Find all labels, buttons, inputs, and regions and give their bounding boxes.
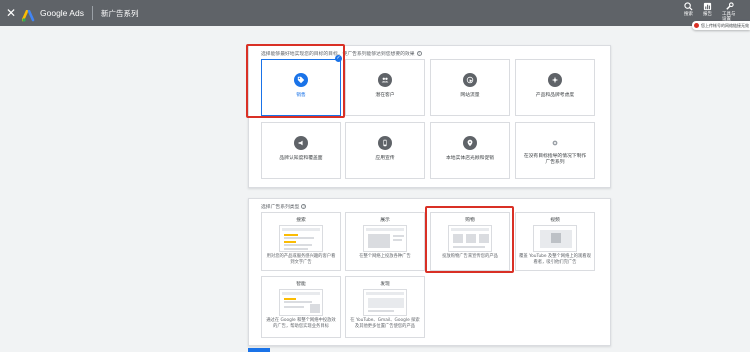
type-card-smart[interactable]: 智能 通过在 Google 和整个网络中投放效的广告，帮助您实现业务目标 (261, 276, 341, 338)
smart-illustration (279, 289, 323, 316)
search-icon (684, 2, 693, 11)
type-description: 用对您的产品或服务感兴趣的客户看到文字广告 (266, 254, 336, 265)
people-icon (378, 73, 392, 87)
gear-icon (548, 136, 562, 150)
top-bar: ✕ Google Ads 新广告系列 搜索 报告 工具与设置 (0, 0, 750, 26)
goal-card-no-goal[interactable]: 在没有目标指导的情况下制作广告系列 (515, 122, 595, 179)
type-card-search[interactable]: 搜索 用对您的产品或服务感兴趣的客户看到文字广告 (261, 212, 341, 271)
type-name: 搜索 (296, 218, 306, 223)
type-card-discovery[interactable]: 发现 在 YouTube、Gmail、Google 探索及其他更多位置广告使您的… (345, 276, 425, 338)
goal-label: 在没有目标指导的情况下制作广告系列 (523, 154, 587, 165)
type-description: 覆盖 YouTube 及整个网络上的观看观看者，吸引他们完广告 (519, 254, 591, 265)
report-button[interactable]: 报告 (703, 2, 712, 22)
info-icon[interactable]: ? (301, 204, 307, 209)
discovery-illustration (363, 289, 407, 316)
goal-label: 品牌认知度和覆盖面 (279, 156, 323, 161)
megaphone-icon (294, 136, 308, 150)
search-illustration (279, 225, 323, 252)
goal-label: 网站流量 (460, 93, 480, 98)
page-title: 新广告系列 (100, 8, 139, 18)
type-card-display[interactable]: 展示 在整个网络上投放各种广告 (345, 212, 425, 271)
type-name: 展示 (380, 218, 390, 223)
goal-card-traffic[interactable]: 网站流量 (430, 59, 510, 116)
close-icon[interactable]: ✕ (2, 6, 20, 20)
shopping-highlight-box (425, 206, 514, 273)
type-name: 视频 (550, 218, 560, 223)
goal-card-consideration[interactable]: 产品和品牌考虑度 (515, 59, 595, 116)
types-heading: 选择广告系列类型 ? (261, 203, 307, 210)
scroll-indicator[interactable] (248, 348, 270, 352)
tools-button[interactable]: 工具与设置 (722, 2, 736, 22)
sales-highlight-box (246, 44, 345, 118)
goal-card-local[interactable]: 本地实体店光顾和促销 (430, 122, 510, 179)
notice-text: 您上传帐号的网络链接无效 (701, 22, 749, 28)
video-illustration (533, 225, 577, 252)
report-label: 报告 (703, 12, 712, 17)
goal-label: 潜在客户 (375, 93, 395, 98)
type-card-video[interactable]: 视频 覆盖 YouTube 及整个网络上的观看观看者，吸引他们完广告 (515, 212, 595, 271)
sparkle-icon (548, 73, 562, 87)
cursor-icon (463, 73, 477, 87)
goal-card-awareness[interactable]: 品牌认知度和覆盖面 (261, 122, 341, 179)
report-icon (703, 2, 712, 11)
types-heading-text: 选择广告系列类型 (261, 205, 300, 210)
pin-icon (463, 136, 477, 150)
info-icon[interactable]: ? (416, 51, 422, 56)
error-icon (694, 23, 699, 28)
brand-name: Google Ads (40, 8, 84, 18)
goal-label: 本地实体店光顾和促销 (446, 156, 494, 161)
display-illustration (363, 225, 407, 252)
google-ads-logo-icon (21, 7, 36, 22)
type-description: 在整个网络上投放各种广告 (359, 254, 411, 259)
goal-label: 产品和品牌考虑度 (535, 93, 575, 98)
type-name: 发现 (380, 282, 390, 287)
goal-card-app[interactable]: 应用宣传 (345, 122, 425, 179)
topbar-divider (91, 6, 93, 20)
type-description: 在 YouTube、Gmail、Google 探索及其他更多位置广告使您的产品 (350, 318, 420, 329)
type-name: 智能 (296, 282, 306, 287)
tools-icon (725, 2, 734, 10)
goal-label: 应用宣传 (375, 156, 395, 161)
phone-icon (378, 136, 392, 150)
search-button[interactable]: 搜索 (684, 2, 693, 22)
type-description: 通过在 Google 和整个网络中投放效的广告，帮助您实现业务目标 (266, 318, 336, 329)
goal-card-leads[interactable]: 潜在客户 (345, 59, 425, 116)
account-notice[interactable]: 您上传帐号的网络链接无效 (692, 21, 750, 30)
search-label: 搜索 (684, 12, 693, 17)
